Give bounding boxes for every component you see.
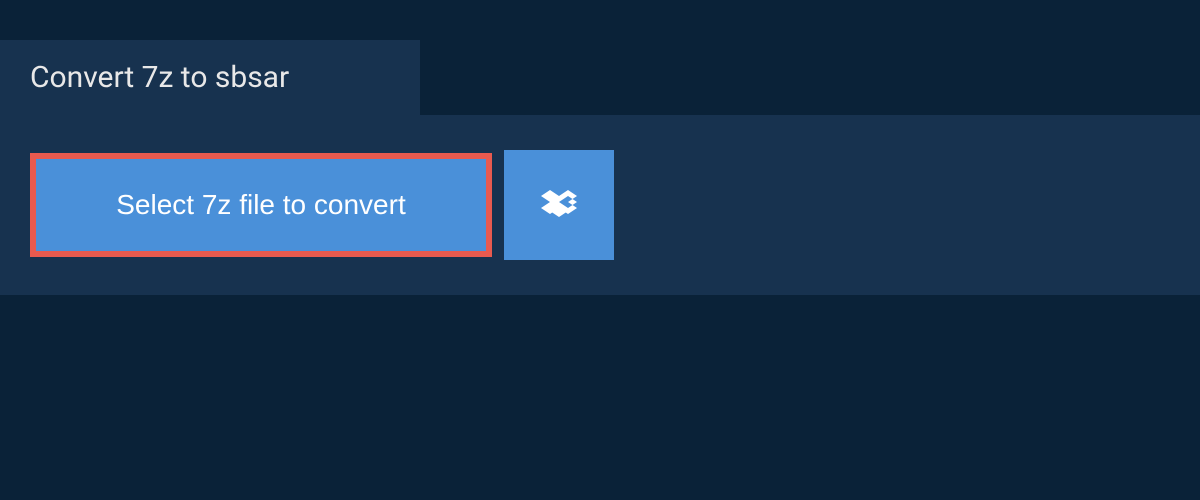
- dropbox-icon: [541, 187, 577, 223]
- top-spacer: [0, 0, 1200, 40]
- tab-convert[interactable]: Convert 7z to sbsar: [0, 40, 420, 115]
- tab-container: Convert 7z to sbsar: [0, 40, 1200, 115]
- select-file-button[interactable]: Select 7z file to convert: [36, 159, 486, 251]
- bottom-area: [0, 295, 1200, 495]
- upload-panel: Select 7z file to convert: [0, 115, 1200, 295]
- select-button-highlight: Select 7z file to convert: [30, 153, 492, 257]
- select-file-label: Select 7z file to convert: [116, 189, 405, 220]
- tab-title: Convert 7z to sbsar: [30, 60, 289, 95]
- dropbox-button[interactable]: [504, 150, 614, 260]
